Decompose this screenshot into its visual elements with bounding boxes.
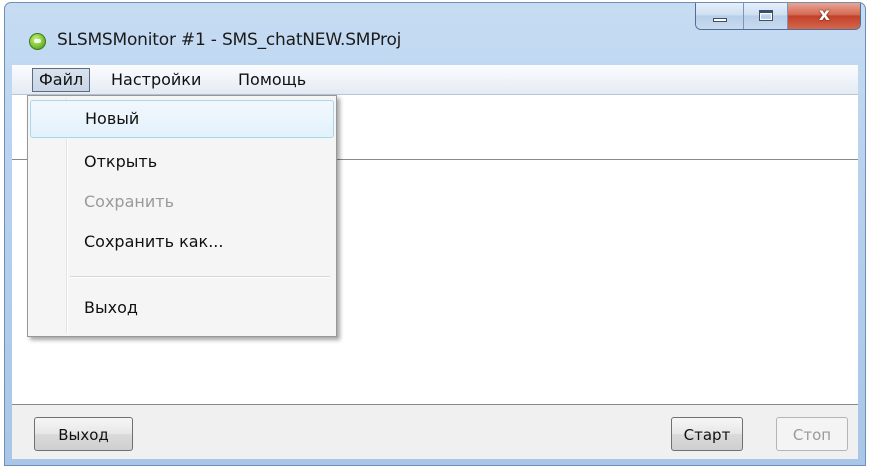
bottom-panel: Выход Старт Стоп bbox=[12, 405, 858, 459]
stop-button: Стоп bbox=[776, 417, 848, 451]
menu-item-open[interactable]: Открыть bbox=[30, 143, 334, 181]
maximize-button[interactable] bbox=[744, 3, 788, 29]
caption-buttons: x bbox=[695, 3, 861, 30]
exit-button[interactable]: Выход bbox=[34, 417, 133, 451]
app-sms-icon bbox=[29, 33, 46, 50]
close-icon: x bbox=[818, 5, 830, 25]
file-dropdown-menu: Новый Открыть Сохранить Сохранить как...… bbox=[27, 95, 337, 337]
menu-settings[interactable]: Настройки bbox=[111, 68, 201, 92]
maximize-icon bbox=[759, 10, 774, 21]
start-button[interactable]: Старт bbox=[671, 417, 743, 451]
menu-item-new[interactable]: Новый bbox=[30, 100, 334, 138]
minimize-icon bbox=[713, 18, 727, 22]
title-bar[interactable]: SLSMSMonitor #1 - SMS_chatNEW.SMProj x bbox=[5, 3, 865, 63]
menu-item-exit[interactable]: Выход bbox=[30, 289, 334, 327]
menu-bar: Файл Настройки Помощь bbox=[12, 65, 858, 95]
menu-item-save-as[interactable]: Сохранить как... bbox=[30, 223, 334, 261]
menu-separator bbox=[70, 276, 330, 278]
menu-help[interactable]: Помощь bbox=[238, 68, 306, 92]
close-button[interactable]: x bbox=[787, 3, 860, 29]
window-title: SLSMSMonitor #1 - SMS_chatNEW.SMProj bbox=[57, 30, 402, 50]
menu-file[interactable]: Файл bbox=[32, 68, 91, 92]
minimize-button[interactable] bbox=[696, 3, 745, 29]
menu-item-save: Сохранить bbox=[84, 192, 174, 211]
